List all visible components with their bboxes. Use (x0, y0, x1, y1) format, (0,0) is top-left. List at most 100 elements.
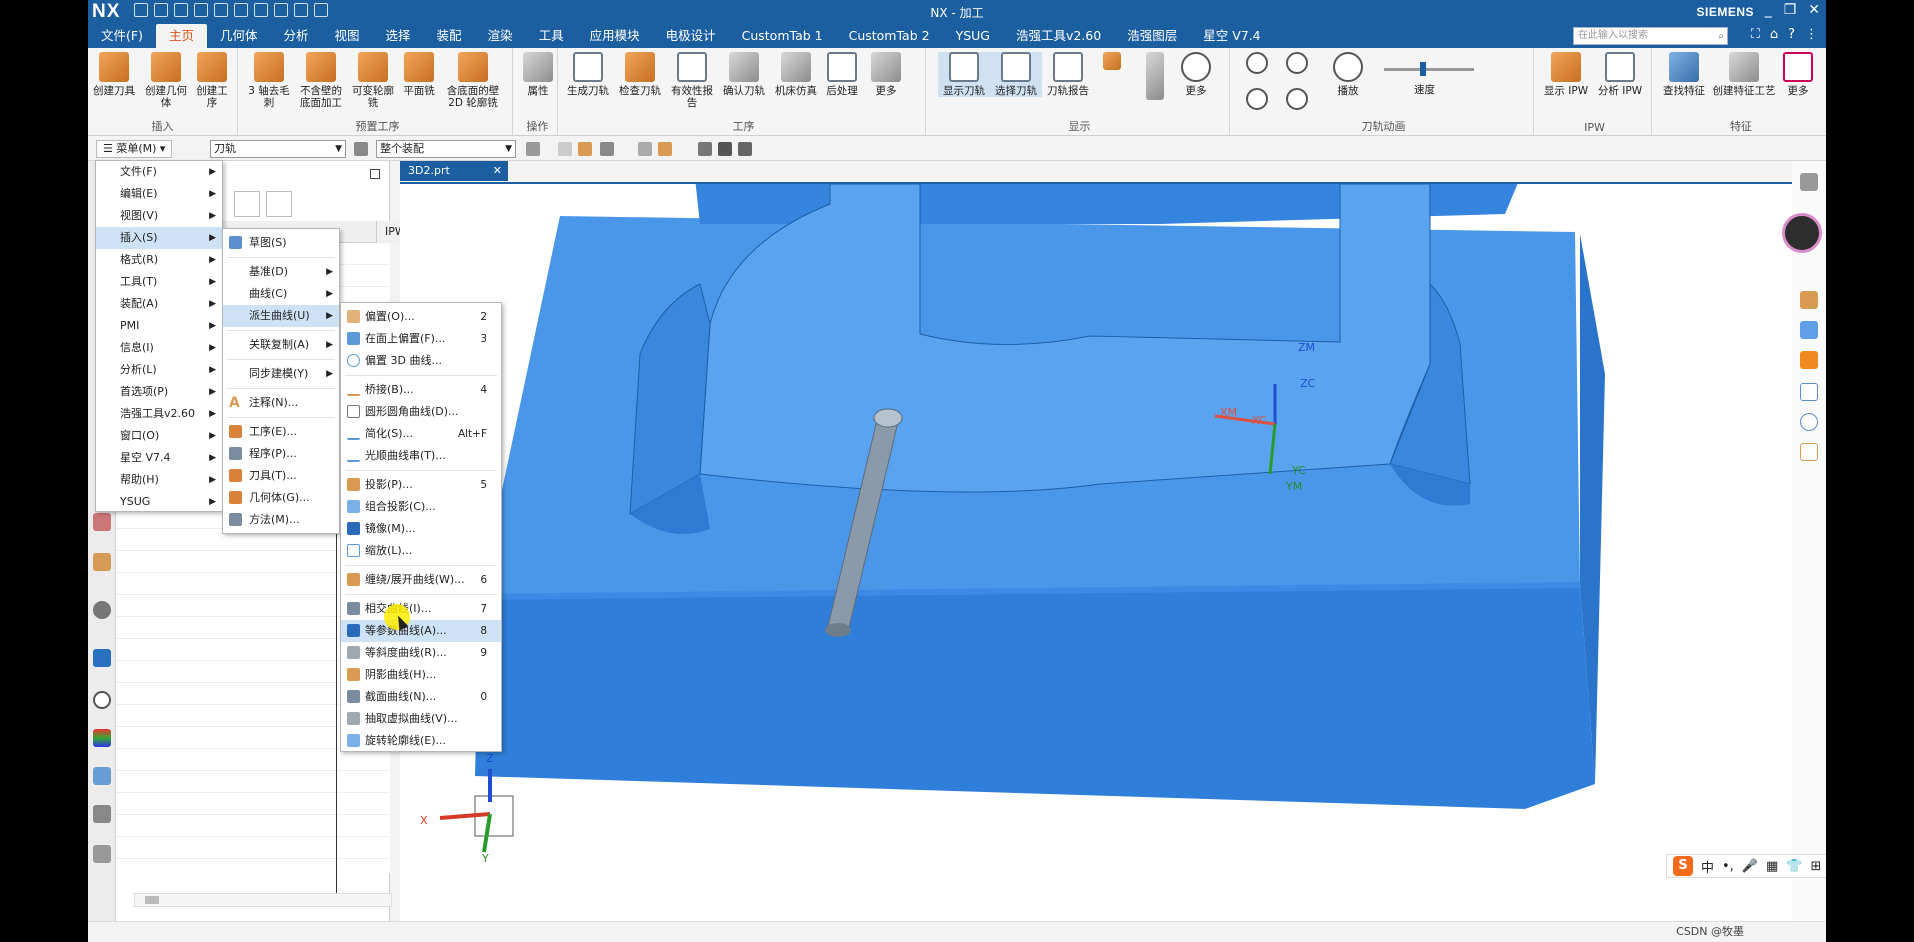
wall-2d-contour-button[interactable]: 含底面的壁 2D 轮廓铣 (441, 52, 505, 109)
menu-item-pmi[interactable]: PMI ▶ (96, 315, 222, 337)
menu-item-operation[interactable]: 工序(E)... (223, 421, 339, 443)
machine-tool-icon[interactable] (93, 553, 111, 571)
menu-item-analysis[interactable]: 分析(L) ▶ (96, 359, 222, 381)
tab-analysis[interactable]: 分析 (270, 24, 321, 48)
tab-electrode[interactable]: 电极设计 (653, 24, 729, 48)
menu-item-tools[interactable]: 工具(T) ▶ (96, 271, 222, 293)
face-select-icon[interactable] (658, 142, 672, 156)
show-toolpath-button[interactable]: 显示刀轨 (938, 52, 990, 97)
help-icon[interactable]: ? (1788, 27, 1795, 42)
body-select-icon[interactable] (638, 142, 652, 156)
menu-item-format[interactable]: 格式(R) ▶ (96, 249, 222, 271)
play-button[interactable]: 播放 (1326, 52, 1370, 97)
more-feature-button[interactable]: 更多 (1778, 52, 1818, 97)
menu-item-circular-fillet[interactable]: 圆形圆角曲线(D)... (341, 401, 501, 423)
menu-item-insert[interactable]: 插入(S) ▶ (96, 227, 222, 249)
snap-icon[interactable] (526, 142, 540, 156)
menu-item-derived-curve[interactable]: 派生曲线(U) ▶ (223, 305, 339, 327)
menu-item-combined-project[interactable]: 组合投影(C)... (341, 496, 501, 518)
menu-item-project[interactable]: 投影(P)... 5 (341, 474, 501, 496)
menu-item-sync-modeling[interactable]: 同步建模(Y) ▶ (223, 363, 339, 385)
scrollbar-thumb[interactable] (145, 896, 159, 904)
confirm-toolpath-button[interactable]: 确认刀轨 (718, 52, 770, 97)
menu-item-assembly[interactable]: 装配(A) ▶ (96, 293, 222, 315)
menu-item-scale[interactable]: 缩放(L)... (341, 540, 501, 562)
ime-punctuation[interactable]: •, (1722, 859, 1734, 874)
ime-more-icon[interactable]: ⊞ (1811, 859, 1822, 874)
3d-model-view[interactable] (400, 178, 1792, 924)
tab-render[interactable]: 渲染 (475, 24, 526, 48)
menu-item-window[interactable]: 窗口(O) ▶ (96, 425, 222, 447)
graphics-window[interactable]: ZM ZC XM XC YC YM Z X Y (400, 178, 1792, 924)
tab-select[interactable]: 选择 (373, 24, 424, 48)
menu-item-bridge[interactable]: 桥接(B)... 4 (341, 379, 501, 401)
reuse-library-icon[interactable] (93, 513, 111, 531)
menu-item-offset-in-face[interactable]: 在面上偏置(F)... 3 (341, 328, 501, 350)
menu-item-isocline[interactable]: 等斜度曲线(R)... 9 (341, 642, 501, 664)
menu-item-ysug[interactable]: YSUG ▶ (96, 491, 222, 513)
forward-button[interactable] (1282, 88, 1312, 113)
tab-home[interactable]: 主页 (155, 24, 207, 48)
menu-item-wrap-unwrap[interactable]: 缠绕/展开曲线(W)... 6 (341, 569, 501, 591)
verify-toolpath-button[interactable]: 检查刀轨 (614, 52, 666, 97)
feature-select-icon[interactable] (578, 142, 592, 156)
more-display-button[interactable]: 更多 (1176, 52, 1216, 97)
display-arrows-button[interactable] (1140, 52, 1170, 103)
curve-icon[interactable] (1800, 443, 1818, 461)
speed-slider[interactable] (1384, 62, 1474, 76)
menu-item-intersection[interactable]: 相交曲线(I)...7 (341, 598, 501, 620)
layer-icon[interactable] (1800, 321, 1818, 339)
menu-item-method[interactable]: 方法(M)... (223, 509, 339, 531)
pause-button[interactable] (1282, 52, 1312, 77)
type-filter-dropdown[interactable]: 刀轨 ▼ (210, 140, 346, 158)
tools-icon[interactable] (93, 805, 111, 823)
validity-report-button[interactable]: 有效性报告 (666, 52, 718, 109)
menu-item-extract-virtual[interactable]: 抽取虚拟曲线(V)... (341, 708, 501, 730)
menu-item-shadow[interactable]: 阴影曲线(H)... (341, 664, 501, 686)
menu-item-isoparametric[interactable]: 等参数曲线(A)... 8 (341, 620, 501, 642)
select-toolpath-button[interactable]: 选择刀轨 (990, 52, 1042, 97)
restore-button[interactable]: ❐ (1784, 2, 1797, 18)
find-feature-button[interactable]: 查找特征 (1658, 52, 1710, 97)
speed-slider-knob[interactable] (1420, 62, 1426, 76)
analyze-ipw-button[interactable]: 分析 IPW (1594, 52, 1646, 97)
ime-voice-icon[interactable]: 🎤 (1742, 859, 1758, 874)
create-operation-button[interactable]: 创建工序 (192, 52, 232, 109)
planar-mill-button[interactable]: 平面铣 (399, 52, 439, 97)
setup-icon[interactable] (93, 845, 111, 863)
floor-milling-button[interactable]: 不含壁的底面加工 (295, 52, 347, 109)
menu-item-view[interactable]: 视图(V) ▶ (96, 205, 222, 227)
menu-item-simplify[interactable]: 简化(S)... Alt+F (341, 423, 501, 445)
document-tab[interactable]: 3D2.prt ✕ (400, 161, 508, 181)
tab-haoqiang-layers[interactable]: 浩强图层 (1114, 24, 1190, 48)
close-button[interactable]: ✕ (1808, 2, 1820, 18)
menu-item-file[interactable]: 文件(F) ▶ (96, 161, 222, 183)
tab-geometry[interactable]: 几何体 (207, 24, 271, 48)
add-node-icon[interactable] (234, 191, 260, 217)
tab-custom-2[interactable]: CustomTab 2 (836, 24, 943, 48)
properties-button[interactable]: 属性 (518, 52, 558, 97)
menu-item-mirror[interactable]: 镜像(M)... (341, 518, 501, 540)
variable-contour-button[interactable]: 可变轮廓铣 (347, 52, 399, 109)
menu-item-offset-3d[interactable]: 偏置 3D 曲线... (341, 350, 501, 372)
main-menu-button[interactable]: ☰ 菜单(M) ▾ (96, 140, 173, 158)
menu-item-rotation-silhouette[interactable]: 旋转轮廓线(E)... (341, 730, 501, 752)
section-icon[interactable] (1800, 351, 1818, 369)
menu-item-section-curve[interactable]: 截面曲线(N)... 0 (341, 686, 501, 708)
display-filter-button[interactable] (1094, 52, 1130, 73)
prev-step-button[interactable] (1242, 52, 1272, 77)
menu-item-help[interactable]: 帮助(H) ▶ (96, 469, 222, 491)
toolpath-report-button[interactable]: 刀轨报告 (1042, 52, 1094, 97)
ime-keyboard-icon[interactable]: ▦ (1766, 859, 1778, 874)
measure-icon[interactable] (1800, 413, 1818, 431)
minimize-button[interactable]: _ (1765, 2, 1772, 18)
scope-dropdown[interactable]: 整个装配 ▼ (376, 140, 516, 158)
ime-skin-icon[interactable]: 👕 (1786, 859, 1802, 874)
postprocess-button[interactable]: 后处理 (822, 52, 862, 97)
remove-node-icon[interactable] (266, 191, 292, 217)
search-icon[interactable]: ⌕ (1718, 29, 1724, 45)
tab-xingkong[interactable]: 星空 V7.4 (1190, 24, 1273, 48)
palette-icon[interactable] (93, 729, 111, 747)
close-tab-icon[interactable]: ✕ (493, 161, 502, 181)
show-all-icon[interactable] (718, 142, 732, 156)
